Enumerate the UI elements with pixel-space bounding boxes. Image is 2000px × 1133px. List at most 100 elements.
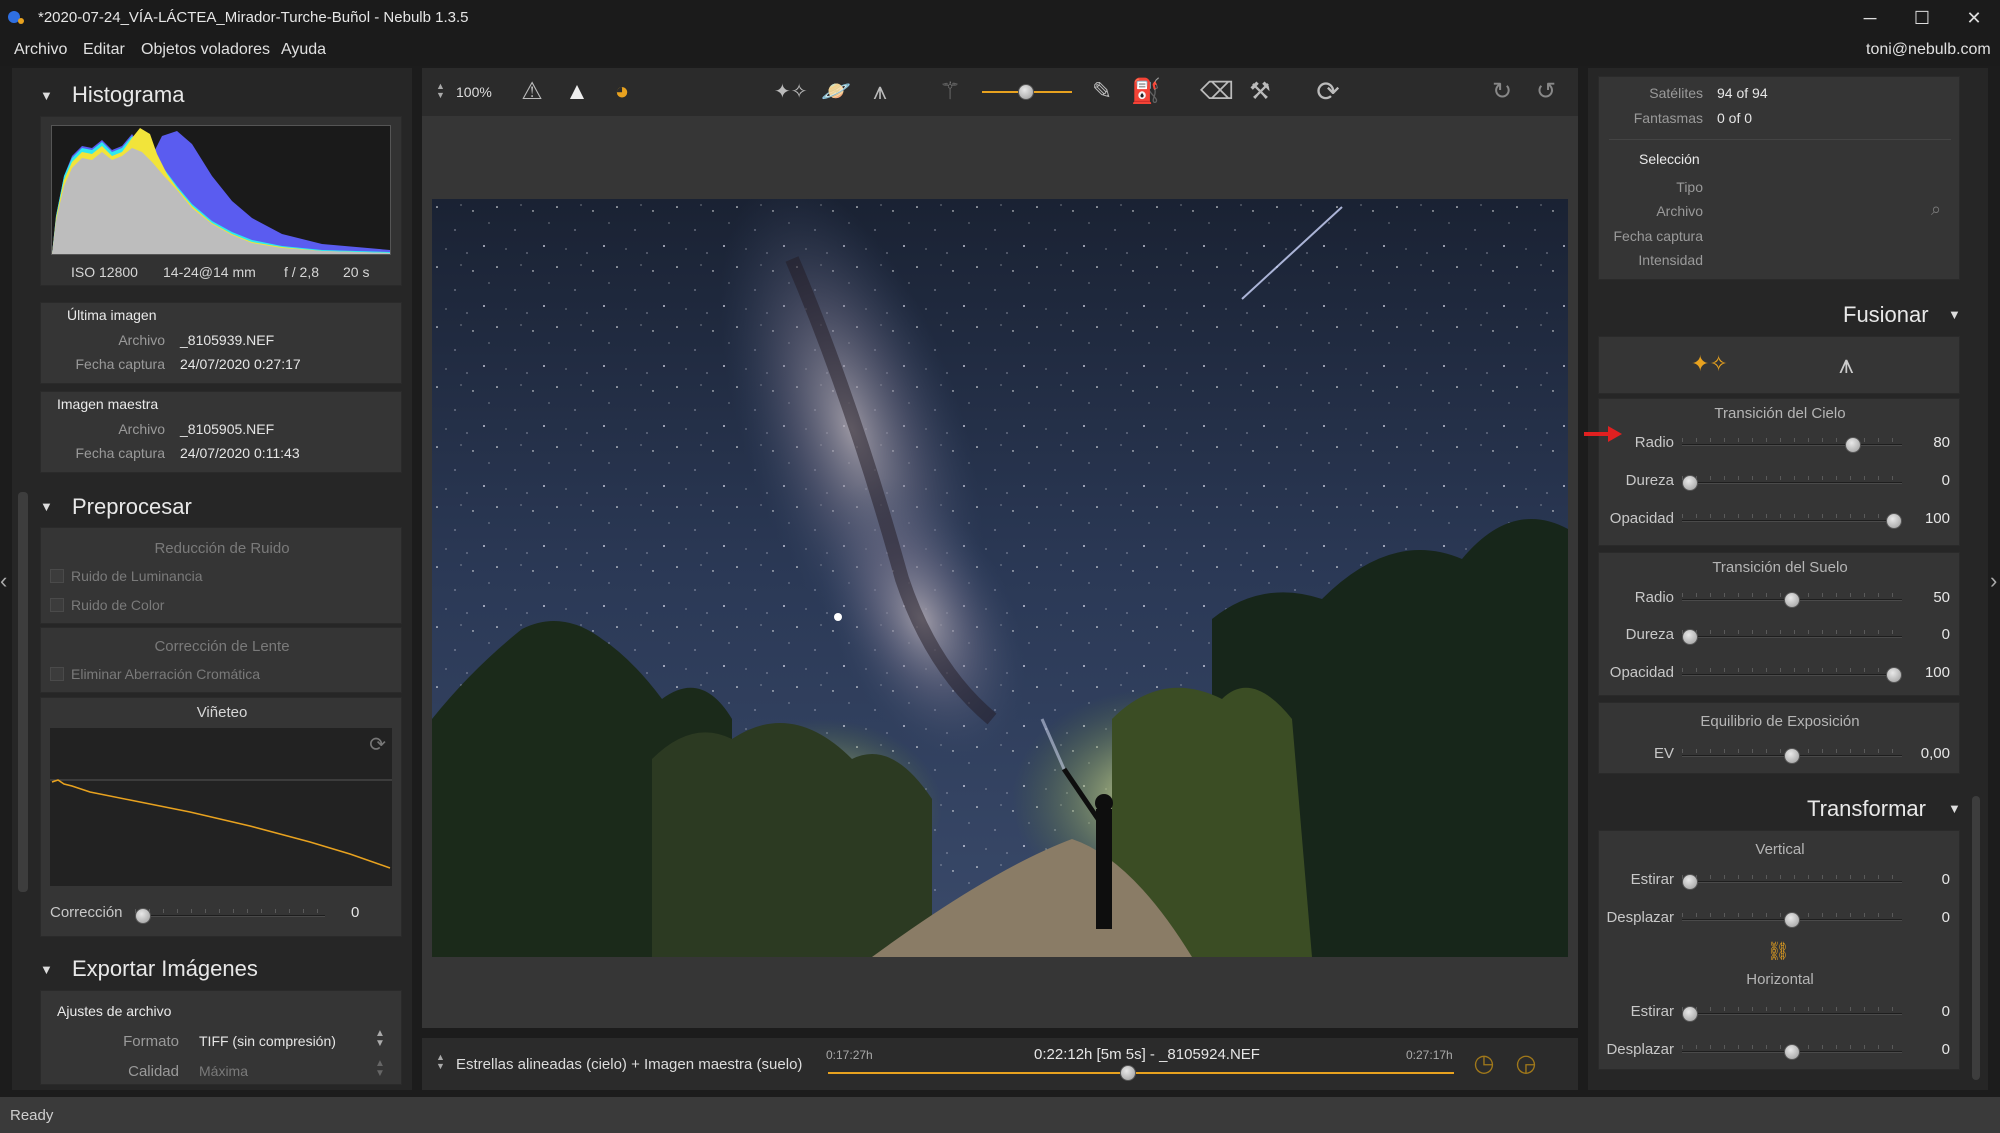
format-stepper-icon[interactable]: ▲ ▼: [375, 1029, 385, 1049]
ground-hardness-track[interactable]: [1682, 636, 1902, 638]
palette-icon[interactable]: ◕: [606, 76, 638, 108]
menu-ayuda[interactable]: Ayuda: [281, 41, 326, 59]
paint-bucket-icon[interactable]: ⛽: [1130, 76, 1162, 108]
v-stretch-track[interactable]: [1682, 881, 1902, 883]
correction-slider-track[interactable]: [135, 915, 325, 917]
exposure-balance-heading: Equilibrio de Exposición: [1700, 713, 1860, 730]
milky-way-photo: [432, 199, 1568, 957]
warning-filled-icon[interactable]: ▲: [561, 76, 593, 108]
zoom-stepper-icon[interactable]: ▲ ▼: [436, 82, 445, 100]
broom-icon[interactable]: ⚒: [1244, 76, 1276, 108]
sky-hardness-knob[interactable]: [1682, 475, 1698, 491]
sky-hardness-track[interactable]: [1682, 482, 1902, 484]
correction-slider-knob[interactable]: [135, 908, 151, 924]
locate-file-icon[interactable]: ⌕: [1931, 199, 1941, 220]
magic-wand-icon[interactable]: ⚚: [934, 76, 966, 108]
last-image-date-value: 24/07/2020 0:27:17: [180, 356, 301, 372]
sky-opacity-value: 100: [1924, 510, 1950, 527]
minimize-button[interactable]: ─: [1850, 4, 1890, 32]
h-shift-label: Desplazar: [1606, 1041, 1674, 1058]
noise-reduction-heading: Reducción de Ruido: [154, 540, 290, 557]
menu-objetos-voladores[interactable]: Objetos voladores: [141, 41, 270, 59]
sky-opacity-track[interactable]: [1682, 520, 1902, 522]
ground-opacity-track[interactable]: [1682, 674, 1902, 676]
ground-opacity-ticks: [1682, 668, 1902, 672]
vertical-heading: Vertical: [1755, 841, 1805, 858]
left-scrollbar[interactable]: [18, 492, 28, 892]
h-shift-knob[interactable]: [1784, 1044, 1800, 1060]
color-noise-checkbox[interactable]: [50, 598, 64, 612]
ground-hardness-knob[interactable]: [1682, 629, 1698, 645]
collapse-preprocess-icon[interactable]: ▼: [40, 499, 53, 514]
window-title: *2020-07-24_VÍA-LÁCTEA_Mirador-Turche-Bu…: [38, 9, 469, 26]
timeline-current: 0:22:12h [5m 5s] - _8105924.NEF: [1034, 1046, 1260, 1063]
histogram-title: Histograma: [72, 82, 185, 107]
right-scrollbar[interactable]: [1972, 796, 1980, 1080]
history-back-icon[interactable]: ◶: [1510, 1048, 1542, 1080]
redo-icon[interactable]: ↻: [1486, 76, 1518, 108]
eraser-icon[interactable]: ⌫: [1200, 76, 1234, 108]
close-button[interactable]: ✕: [1954, 4, 1994, 32]
ev-knob[interactable]: [1784, 748, 1800, 764]
collapse-transform-icon[interactable]: ▼: [1948, 801, 1961, 816]
planet-icon[interactable]: 🪐: [820, 76, 852, 108]
v-stretch-knob[interactable]: [1682, 874, 1698, 890]
brush-size-slider-knob[interactable]: [1018, 84, 1034, 100]
brush-icon[interactable]: ✎: [1086, 76, 1118, 108]
master-image-date-label: Fecha captura: [75, 445, 166, 461]
refresh-icon[interactable]: ⟳: [1312, 76, 1344, 108]
collapse-right-icon[interactable]: ›: [1990, 568, 1997, 594]
merge-mode-select[interactable]: Estrellas alineadas (cielo) + Imagen mae…: [456, 1056, 802, 1073]
collapse-left-icon[interactable]: ‹: [0, 568, 7, 594]
stars-icon[interactable]: ✦✧: [774, 76, 808, 108]
sky-radius-track[interactable]: [1682, 444, 1902, 446]
ground-opacity-value: 100: [1924, 664, 1950, 681]
v-stretch-ticks: [1682, 875, 1902, 879]
v-shift-knob[interactable]: [1784, 912, 1800, 928]
transform-title: Transformar: [1807, 796, 1926, 821]
collapse-merge-icon[interactable]: ▼: [1948, 307, 1961, 322]
zoom-level[interactable]: 100%: [456, 84, 492, 100]
noise-reduction-box: Reducción de Ruido Ruido de Luminancia R…: [40, 527, 402, 624]
ground-radius-knob[interactable]: [1784, 592, 1800, 608]
sky-stars-icon[interactable]: ✦✧: [1691, 351, 1728, 377]
tower-icon[interactable]: ⩚: [864, 76, 896, 108]
collapse-export-icon[interactable]: ▼: [40, 962, 53, 977]
menu-archivo[interactable]: Archivo: [14, 41, 67, 59]
mode-stepper-icon[interactable]: ▲ ▼: [436, 1053, 445, 1071]
sky-hardness-ticks: [1682, 476, 1902, 480]
maximize-button[interactable]: ☐: [1902, 4, 1942, 32]
satellites-label: Satélites: [1649, 85, 1703, 101]
h-stretch-value: 0: [1941, 1003, 1950, 1020]
status-bar: Ready: [0, 1097, 2000, 1133]
quality-select[interactable]: Máxima: [199, 1063, 248, 1079]
format-select[interactable]: TIFF (sin compresión): [199, 1033, 336, 1049]
master-image-heading: Imagen maestra: [57, 396, 159, 412]
history-icon[interactable]: ◷: [1468, 1048, 1500, 1080]
quality-stepper-icon[interactable]: ▲ ▼: [375, 1059, 385, 1079]
histogram-plot: [51, 125, 391, 255]
undo-icon[interactable]: ↺: [1530, 76, 1562, 108]
warning-outline-icon[interactable]: ⚠: [516, 76, 548, 108]
vignette-box: Viñeteo ⟳ Corrección 0: [40, 697, 402, 937]
v-stretch-value: 0: [1941, 871, 1950, 888]
h-stretch-track[interactable]: [1682, 1013, 1902, 1015]
luminance-noise-checkbox[interactable]: [50, 569, 64, 583]
chromatic-aberration-checkbox[interactable]: [50, 667, 64, 681]
ground-hardness-label: Dureza: [1625, 626, 1674, 643]
sky-opacity-label: Opacidad: [1609, 510, 1674, 527]
reset-curve-icon[interactable]: ⟳: [369, 732, 386, 757]
menu-editar[interactable]: Editar: [83, 41, 125, 59]
user-account[interactable]: toni@nebulb.com: [1866, 41, 1991, 59]
photo-canvas[interactable]: [432, 199, 1568, 957]
ground-radius-value: 50: [1933, 589, 1950, 606]
exposure-balance-box: Equilibrio de Exposición: [1598, 702, 1960, 774]
ground-tower-icon[interactable]: ⩚: [1839, 349, 1854, 381]
timeline-track[interactable]: [828, 1072, 1454, 1074]
h-stretch-knob[interactable]: [1682, 1006, 1698, 1022]
timeline-knob[interactable]: [1120, 1065, 1137, 1081]
h-stretch-ticks: [1682, 1007, 1902, 1011]
ground-hardness-ticks: [1682, 630, 1902, 634]
link-icon[interactable]: ⛓: [1767, 941, 1790, 962]
collapse-histogram-icon[interactable]: ▼: [40, 88, 53, 103]
